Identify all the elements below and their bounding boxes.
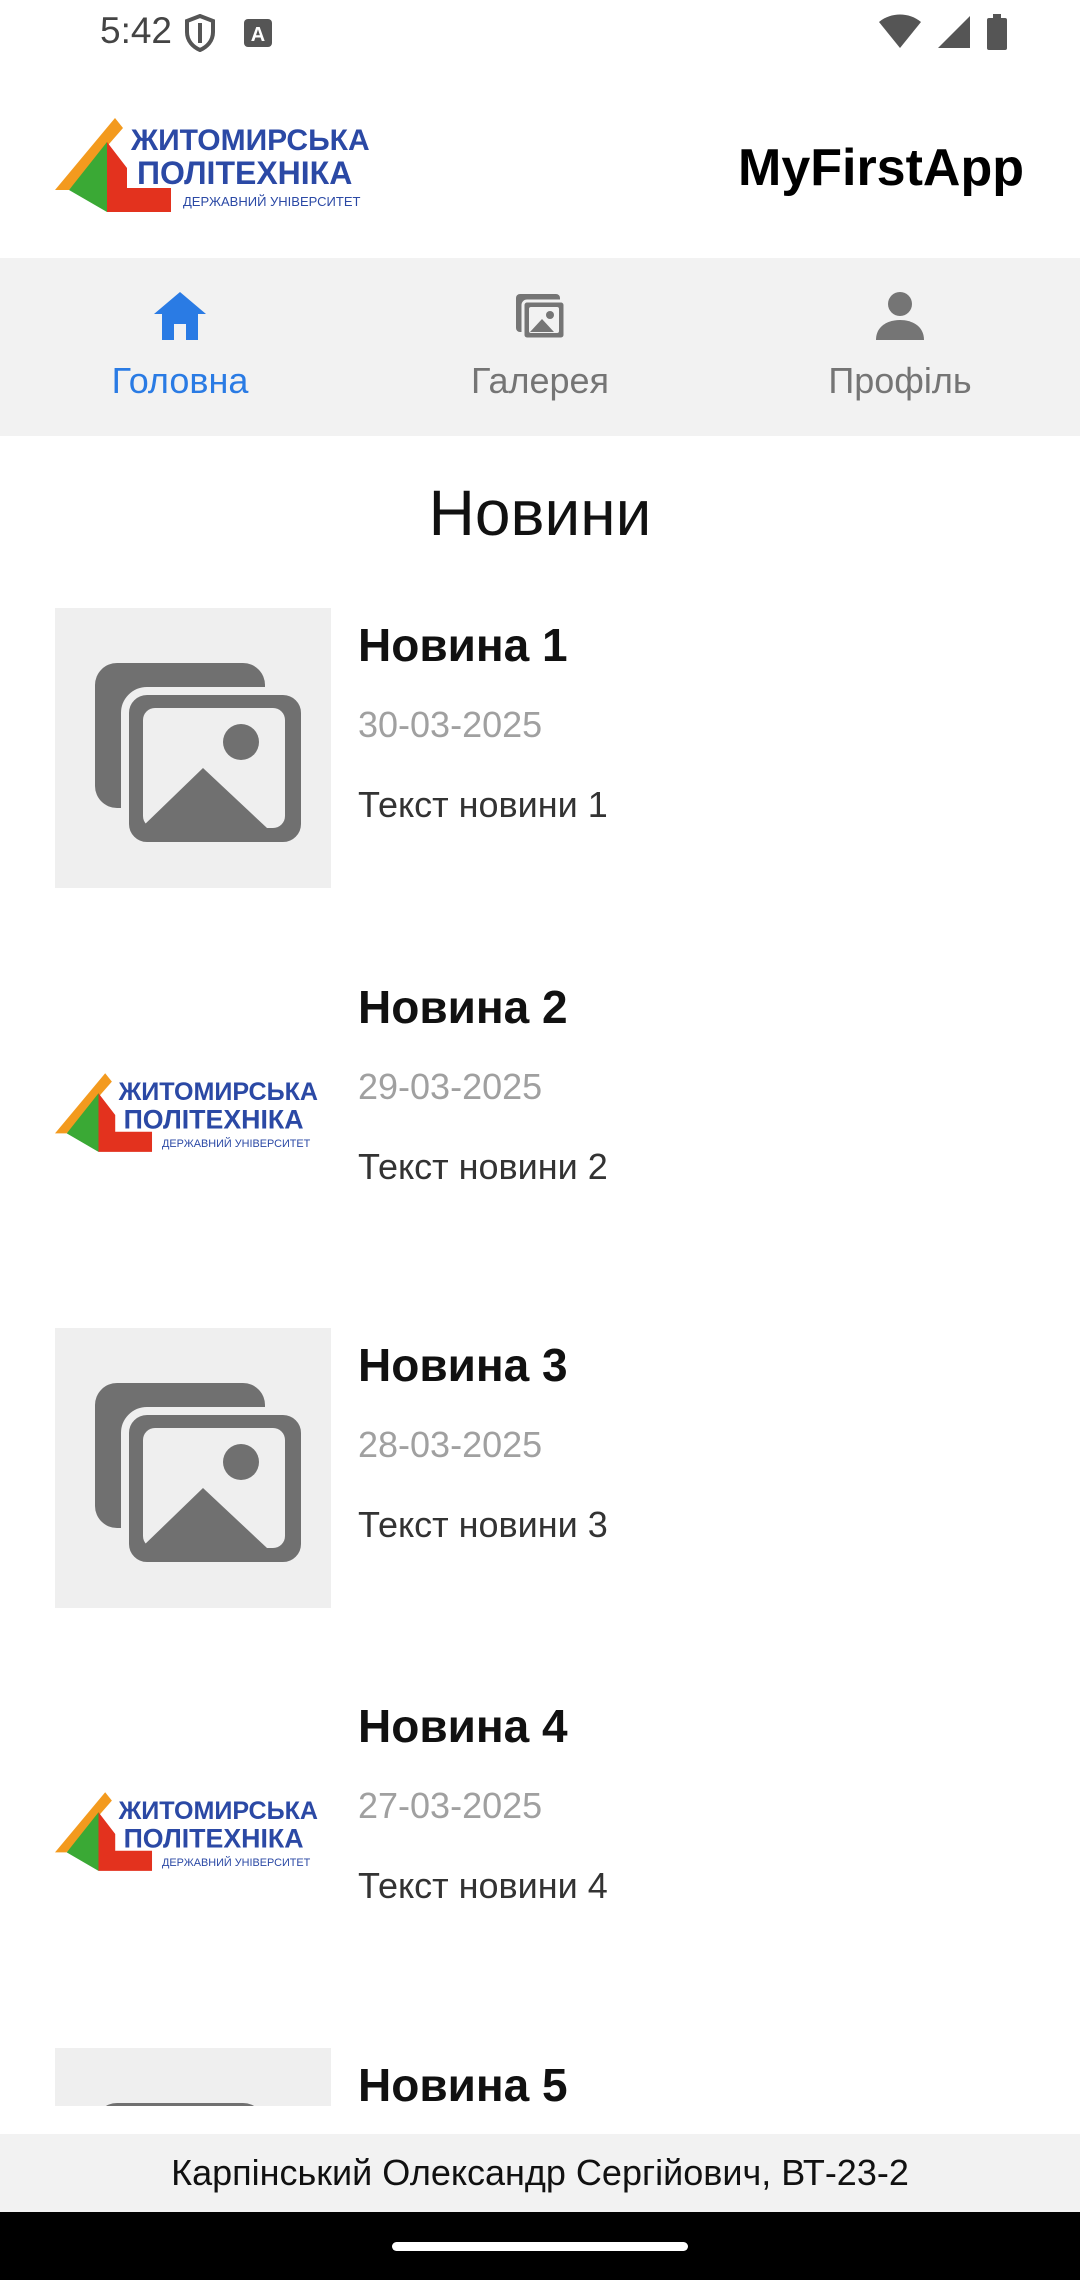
app-title: MyFirstApp bbox=[738, 139, 1024, 197]
footer-text: Карпінський Олександр Сергійович, ВТ-23-… bbox=[171, 2152, 909, 2193]
person-icon bbox=[876, 292, 924, 340]
status-time: 5:42 bbox=[100, 10, 173, 51]
news-text: Текст новини 4 bbox=[358, 1865, 608, 1906]
university-logo: ЖИТОМИРСЬКА ПОЛІТЕХНІКА ДЕРЖАВНИЙ УНІВЕР… bbox=[55, 1792, 318, 1871]
tab-profile[interactable]: Профіль bbox=[720, 258, 1080, 436]
news-text: Текст новини 3 bbox=[358, 1504, 608, 1545]
system-nav-bar bbox=[0, 2212, 1080, 2280]
app-header: ЖИТОМИРСЬКА ПОЛІТЕХНІКА ДЕРЖАВНИЙ УНІВЕР… bbox=[0, 80, 1080, 258]
news-date: 27-03-2025 bbox=[358, 1785, 543, 1826]
section-title: Новини bbox=[428, 477, 652, 549]
news-title: Новина 5 bbox=[358, 2059, 568, 2106]
news-item[interactable]: Новина 5 bbox=[55, 2048, 1025, 2106]
tab-gallery[interactable]: Галерея bbox=[360, 258, 720, 436]
status-bar: 5:42 A bbox=[0, 0, 1080, 70]
news-title: Новина 1 bbox=[358, 619, 568, 671]
svg-text:ДЕРЖАВНИЙ УНІВЕРСИТЕТ: ДЕРЖАВНИЙ УНІВЕРСИТЕТ bbox=[162, 1137, 311, 1150]
tab-profile-label: Профіль bbox=[828, 360, 972, 401]
svg-text:ПОЛІТЕХНІКА: ПОЛІТЕХНІКА bbox=[124, 1104, 304, 1134]
keyboard-a-icon: A bbox=[244, 19, 272, 47]
shield-icon bbox=[185, 14, 215, 52]
tab-home[interactable]: Головна bbox=[0, 258, 360, 436]
battery-icon bbox=[987, 14, 1007, 50]
tab-gallery-label: Галерея bbox=[470, 360, 610, 401]
news-text: Текст новини 1 bbox=[358, 784, 608, 825]
gesture-handle[interactable] bbox=[392, 2242, 688, 2251]
tab-home-label: Головна bbox=[111, 360, 249, 401]
svg-text:A: A bbox=[251, 24, 265, 46]
footer: Карпінський Олександр Сергійович, ВТ-23-… bbox=[0, 2134, 1080, 2212]
svg-text:ЖИТОМИРСЬКА: ЖИТОМИРСЬКА bbox=[130, 124, 370, 157]
image-placeholder-icon bbox=[105, 2103, 255, 2106]
news-item[interactable]: Новина 1 30-03-2025 Текст новини 1 bbox=[55, 608, 1025, 898]
image-placeholder-icon bbox=[95, 1383, 309, 1570]
tab-bar: Головна Галерея Профіль bbox=[0, 258, 1080, 436]
svg-text:ПОЛІТЕХНІКА: ПОЛІТЕХНІКА bbox=[137, 155, 352, 191]
news-date: 29-03-2025 bbox=[358, 1066, 543, 1107]
news-title: Новина 4 bbox=[358, 1700, 568, 1752]
image-placeholder-icon bbox=[95, 663, 309, 850]
svg-text:ПОЛІТЕХНІКА: ПОЛІТЕХНІКА bbox=[124, 1823, 304, 1853]
news-title: Новина 3 bbox=[358, 1339, 568, 1391]
news-date: 30-03-2025 bbox=[358, 704, 543, 745]
svg-text:ДЕРЖАВНИЙ УНІВЕРСИТЕТ: ДЕРЖАВНИЙ УНІВЕРСИТЕТ bbox=[183, 194, 361, 209]
home-icon bbox=[154, 292, 206, 340]
svg-text:ЖИТОМИРСЬКА: ЖИТОМИРСЬКА bbox=[118, 1797, 318, 1825]
news-item[interactable]: ЖИТОМИРСЬКА ПОЛІТЕХНІКА ДЕРЖАВНИЙ УНІВЕР… bbox=[55, 1689, 1025, 1979]
news-image-logo: ЖИТОМИРСЬКА ПОЛІТЕХНІКА ДЕРЖАВНИЙ УНІВЕР… bbox=[55, 970, 331, 1250]
news-item[interactable]: ЖИТОМИРСЬКА ПОЛІТЕХНІКА ДЕРЖАВНИЙ УНІВЕР… bbox=[55, 970, 1025, 1260]
svg-text:ДЕРЖАВНИЙ УНІВЕРСИТЕТ: ДЕРЖАВНИЙ УНІВЕРСИТЕТ bbox=[162, 1856, 311, 1869]
news-list[interactable]: Новини Новина 1 30-03-2025 Текст новини … bbox=[0, 436, 1080, 2106]
university-logo: ЖИТОМИРСЬКА ПОЛІТЕХНІКА ДЕРЖАВНИЙ УНІВЕР… bbox=[55, 1073, 318, 1152]
news-image-placeholder bbox=[55, 2048, 331, 2106]
wifi-icon bbox=[879, 14, 921, 48]
news-image-logo: ЖИТОМИРСЬКА ПОЛІТЕХНІКА ДЕРЖАВНИЙ УНІВЕР… bbox=[55, 1689, 331, 1969]
news-date: 28-03-2025 bbox=[358, 1424, 543, 1465]
news-title: Новина 2 bbox=[358, 981, 568, 1033]
news-text: Текст новини 2 bbox=[358, 1146, 608, 1187]
news-image-placeholder bbox=[55, 1328, 331, 1608]
news-image-placeholder bbox=[55, 608, 331, 888]
svg-text:ЖИТОМИРСЬКА: ЖИТОМИРСЬКА bbox=[118, 1078, 318, 1106]
news-item[interactable]: Новина 3 28-03-2025 Текст новини 3 bbox=[55, 1328, 1025, 1618]
gallery-icon bbox=[516, 294, 567, 341]
signal-icon bbox=[938, 16, 970, 48]
university-logo: ЖИТОМИРСЬКА ПОЛІТЕХНІКА ДЕРЖАВНИЙ УНІВЕР… bbox=[55, 112, 385, 217]
